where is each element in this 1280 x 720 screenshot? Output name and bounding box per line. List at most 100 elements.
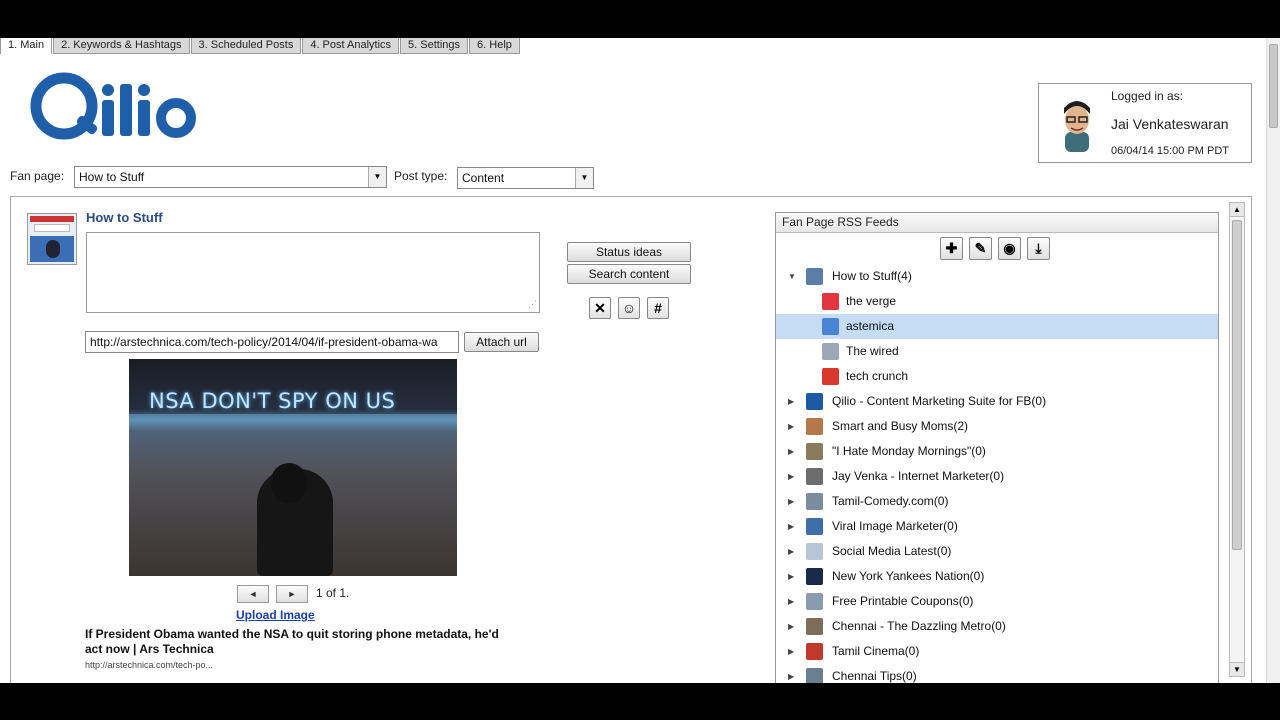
- article-url: http://arstechnica.com/tech-po...: [85, 660, 214, 670]
- image-overlay-text: NSA DON'T SPY ON US: [149, 389, 396, 413]
- plus-icon: ✚: [945, 240, 958, 256]
- rss-tree-item-label: Tamil Cinema(0): [832, 644, 920, 658]
- rss-tree-item[interactable]: ▶ Qilio - Content Marketing Suite for FB(…: [776, 389, 1218, 414]
- page-scrollbar[interactable]: [1266, 38, 1280, 683]
- circle-icon: ◉: [1003, 240, 1016, 256]
- expand-icon[interactable]: ▶: [788, 614, 794, 639]
- post-type-value: Content: [462, 171, 505, 185]
- tab-2[interactable]: 2. Keywords & Hashtags: [53, 38, 190, 54]
- tips-thumb-icon: [806, 668, 823, 683]
- rss-tree-item[interactable]: ▼ How to Stuff(4): [776, 264, 1218, 289]
- edit-feed-button[interactable]: ✎: [969, 237, 992, 260]
- rss-tree-item[interactable]: the verge: [776, 289, 1218, 314]
- upload-image-link[interactable]: Upload Image: [236, 608, 315, 622]
- scroll-down-icon[interactable]: ▼: [1230, 662, 1244, 676]
- fan-page-select[interactable]: How to Stuff ▼: [74, 166, 387, 188]
- tab-4[interactable]: 4. Post Analytics: [302, 38, 400, 54]
- rss-tree-item-label: Social Media Latest(0): [832, 544, 952, 558]
- expand-icon[interactable]: ▶: [788, 489, 794, 514]
- add-feed-button[interactable]: ✚: [940, 237, 963, 260]
- emoji-button[interactable]: ☺: [618, 297, 640, 319]
- next-image-button[interactable]: ►: [276, 585, 308, 603]
- rss-tree-item-label: Chennai - The Dazzling Metro(0): [832, 619, 1006, 633]
- qilio-logo: [30, 72, 196, 140]
- rss-tree-item[interactable]: ▶ Free Printable Coupons(0): [776, 589, 1218, 614]
- bottom-letterbox: [0, 683, 1280, 720]
- rss-tree-item[interactable]: ▶ Chennai Tips(0): [776, 664, 1218, 683]
- status-ideas-button[interactable]: Status ideas: [567, 242, 691, 262]
- rss-tree-item-label: Tamil-Comedy.com(0): [832, 494, 949, 508]
- expand-icon[interactable]: ▶: [788, 539, 794, 564]
- prev-image-button[interactable]: ◄: [237, 585, 269, 603]
- url-input[interactable]: http://arstechnica.com/tech-policy/2014/…: [85, 331, 459, 353]
- login-box: Logged in as: Jai Venkateswaran 06/04/14…: [1038, 83, 1252, 163]
- search-content-button[interactable]: Search content: [567, 264, 691, 284]
- rss-scrollbar-thumb[interactable]: [1232, 220, 1242, 550]
- main-panel: How to Stuff ⋰ Status ideas Search conte…: [10, 196, 1252, 683]
- tab-3[interactable]: 3. Scheduled Posts: [190, 38, 302, 54]
- tab-5[interactable]: 5. Settings: [400, 38, 469, 54]
- page-thumb-icon: [806, 268, 823, 285]
- expand-icon[interactable]: ▶: [788, 589, 794, 614]
- rss-feeds-panel: Fan Page RSS Feeds ✚ ✎ ◉ ⤓ ▼ How to Stuff…: [775, 212, 1219, 683]
- expand-icon[interactable]: ▶: [788, 639, 794, 664]
- rss-tree-item[interactable]: ▶ New York Yankees Nation(0): [776, 564, 1218, 589]
- coupons-thumb-icon: [806, 593, 823, 610]
- expand-icon[interactable]: ▶: [788, 514, 794, 539]
- attach-url-button[interactable]: Attach url: [464, 332, 539, 352]
- fan-page-value: How to Stuff: [79, 170, 145, 184]
- rss-tree-item-label: New York Yankees Nation(0): [832, 569, 985, 583]
- rss-tree-item[interactable]: ▶ Smart and Busy Moms(2): [776, 414, 1218, 439]
- expand-icon[interactable]: ▶: [788, 414, 794, 439]
- scroll-up-icon[interactable]: ▲: [1230, 203, 1244, 217]
- link-preview-image: NSA DON'T SPY ON US: [129, 359, 457, 576]
- rss-tree-item-label: the verge: [846, 294, 897, 308]
- rss-tree-item[interactable]: ▶ Chennai - The Dazzling Metro(0): [776, 614, 1218, 639]
- status-textarea[interactable]: ⋰: [86, 232, 540, 313]
- chevron-down-icon[interactable]: ▼: [368, 167, 386, 187]
- hashtag-button[interactable]: #: [647, 297, 669, 319]
- toggle-feed-button[interactable]: ◉: [998, 237, 1021, 260]
- chevron-down-icon[interactable]: ▼: [575, 168, 593, 188]
- rss-tree-item[interactable]: ▶ Tamil Cinema(0): [776, 639, 1218, 664]
- tab-6[interactable]: 6. Help: [469, 38, 520, 54]
- post-type-select[interactable]: Content ▼: [457, 167, 594, 189]
- user-name: Jai Venkateswaran: [1111, 116, 1229, 132]
- rss-tree-item[interactable]: The wired: [776, 339, 1218, 364]
- download-feed-button[interactable]: ⤓: [1027, 237, 1050, 260]
- clear-button[interactable]: ✕: [589, 297, 611, 319]
- fan-page-label: Fan page:: [10, 169, 65, 183]
- rss-tree-item[interactable]: ▶ "I Hate Monday Mornings"(0): [776, 439, 1218, 464]
- rss-tree-item[interactable]: ▶ Social Media Latest(0): [776, 539, 1218, 564]
- monday-thumb-icon: [806, 443, 823, 460]
- expand-icon[interactable]: ▶: [788, 564, 794, 589]
- main-tabs: 1. Main 2. Keywords & Hashtags 3. Schedule…: [0, 38, 521, 54]
- rss-panel-title: Fan Page RSS Feeds: [776, 213, 1218, 233]
- hashtag-icon: #: [654, 300, 662, 316]
- rss-tree-item[interactable]: astemica: [776, 314, 1218, 339]
- wired-icon: [822, 343, 839, 360]
- rss-tree-item[interactable]: ▶ Viral Image Marketer(0): [776, 514, 1218, 539]
- jay-thumb-icon: [806, 468, 823, 485]
- rss-tree-item[interactable]: ▶ Jay Venka - Internet Marketer(0): [776, 464, 1218, 489]
- rss-toolbar: ✚ ✎ ◉ ⤓: [940, 237, 1056, 260]
- rss-tree-item[interactable]: ▶ Tamil-Comedy.com(0): [776, 489, 1218, 514]
- expand-icon[interactable]: ▶: [788, 439, 794, 464]
- page-scrollbar-thumb[interactable]: [1269, 44, 1278, 128]
- resize-grip-icon[interactable]: ⋰: [528, 299, 537, 310]
- rss-feed-tree: ▼ How to Stuff(4) the verge astemica The wir…: [776, 264, 1218, 683]
- expand-icon[interactable]: ▶: [788, 464, 794, 489]
- expand-icon[interactable]: ▶: [788, 664, 794, 683]
- rss-tree-item[interactable]: tech crunch: [776, 364, 1218, 389]
- close-icon: ✕: [594, 300, 606, 316]
- tab-1[interactable]: 1. Main: [0, 38, 53, 54]
- rss-tree-item-label: "I Hate Monday Mornings"(0): [832, 444, 986, 458]
- qilio-icon: [806, 393, 823, 410]
- rss-scrollbar[interactable]: ▲ ▼: [1229, 202, 1245, 677]
- post-type-label: Post type:: [394, 169, 448, 183]
- expand-icon[interactable]: ▶: [788, 389, 794, 414]
- app-window: 1. Main 2. Keywords & Hashtags 3. Schedule…: [0, 38, 1280, 683]
- verge-icon: [822, 293, 839, 310]
- collapse-icon[interactable]: ▼: [788, 264, 796, 289]
- social-thumb-icon: [806, 543, 823, 560]
